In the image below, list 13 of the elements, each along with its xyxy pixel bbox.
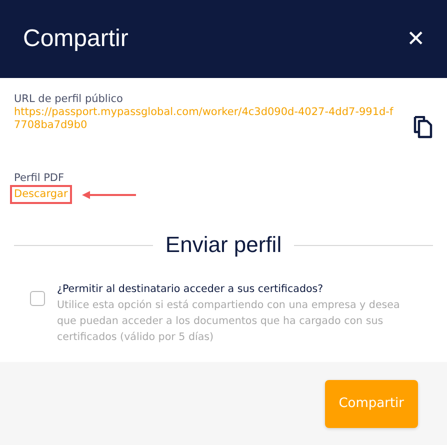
close-button[interactable]: ✕ (406, 26, 425, 52)
copy-icon[interactable] (413, 116, 433, 139)
checkbox[interactable] (30, 291, 45, 306)
arrow-icon (82, 190, 136, 198)
share-button[interactable]: Compartir (324, 380, 418, 428)
option-label: ¿Permitir al destinatario acceder a sus certificados? (57, 282, 324, 297)
pdf-label: Perfil PDF (14, 171, 66, 185)
section-heading: Enviar perfil (165, 232, 282, 258)
download-link[interactable]: Descargar (10, 185, 72, 204)
window-title: Compartir (23, 25, 128, 53)
profile-url-link[interactable]: https://passport.mypassglobal.com/worker/4c3d090d-4027-4dd7-991d-f7708ba7d9b0 (14, 106, 399, 132)
option-description: Utilice esta opción si está compartiendo con una empresa y desea que puedan acceder a los documentos que ha cargado con sus certificados (válido por 5 días) (57, 298, 401, 345)
url-label: URL de perfil público (14, 92, 124, 106)
